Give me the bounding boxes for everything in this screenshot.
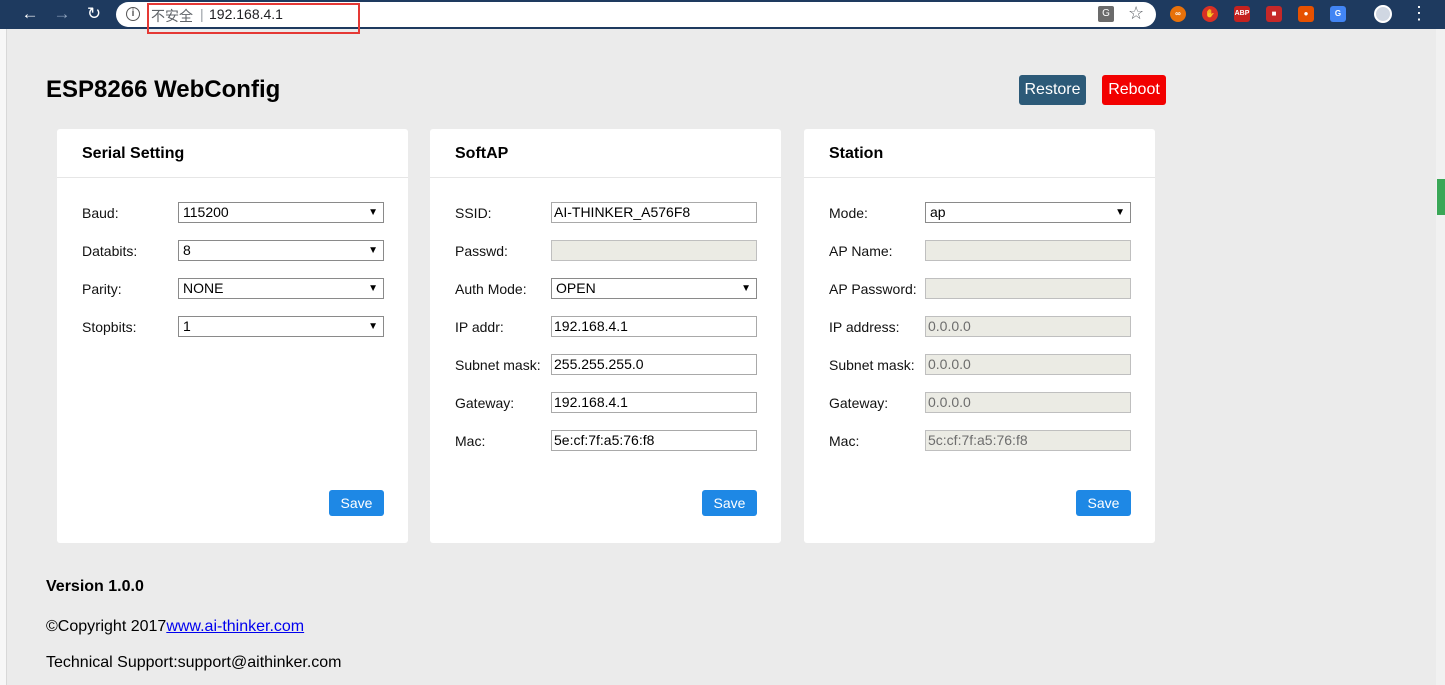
baud-row: Baud: 115200 ▼ — [82, 202, 384, 224]
extension-translate-icon[interactable]: ● — [1298, 6, 1314, 22]
dropdown-arrow-icon: ▼ — [1115, 207, 1125, 218]
ssid-row: SSID: AI-THINKER_A576F8 — [455, 202, 757, 224]
ip-address-row: IP address: 0.0.0.0 — [829, 316, 1131, 338]
gateway-input[interactable]: 192.168.4.1 — [551, 392, 757, 413]
panel-title: SoftAP — [455, 145, 509, 162]
mac-label: Mac: — [455, 433, 486, 449]
ap-password-input[interactable] — [925, 278, 1131, 299]
divider — [57, 177, 408, 178]
ip-label: IP addr: — [455, 319, 504, 335]
kebab-menu-icon[interactable]: ⋮ — [1410, 3, 1428, 23]
copyright-text: ©Copyright 2017www.ai-thinker.com — [46, 618, 304, 636]
url-highlight-box — [147, 3, 360, 34]
back-arrow-icon[interactable]: ← — [19, 3, 41, 25]
stopbits-label: Stopbits: — [82, 319, 137, 335]
dropdown-arrow-icon: ▼ — [368, 321, 378, 332]
station-panel: Station Mode: ap ▼ AP Name: AP Password: … — [804, 129, 1155, 543]
passwd-input[interactable] — [551, 240, 757, 261]
gateway-label: Gateway: — [829, 395, 889, 411]
panel-title: Station — [829, 145, 884, 162]
right-scrollbar[interactable] — [1436, 29, 1445, 685]
parity-select[interactable]: NONE ▼ — [178, 278, 384, 299]
subnet-input[interactable]: 0.0.0.0 — [925, 354, 1131, 375]
ip-address-label: IP address: — [829, 319, 900, 335]
mac-label: Mac: — [829, 433, 860, 449]
databits-label: Databits: — [82, 243, 138, 259]
gateway-label: Gateway: — [455, 395, 515, 411]
subnet-input[interactable]: 255.255.255.0 — [551, 354, 757, 375]
serial-save-button[interactable]: Save — [329, 490, 384, 516]
left-window-edge — [0, 29, 7, 685]
mac-input[interactable]: 5c:cf:7f:a5:76:f8 — [925, 430, 1131, 451]
databits-row: Databits: 8 ▼ — [82, 240, 384, 262]
ssid-input[interactable]: AI-THINKER_A576F8 — [551, 202, 757, 223]
subnet-label: Subnet mask: — [455, 357, 541, 373]
subnet-label: Subnet mask: — [829, 357, 915, 373]
baud-select[interactable]: 115200 ▼ — [178, 202, 384, 223]
subnet-row: Subnet mask: 255.255.255.0 — [455, 354, 757, 376]
station-save-button[interactable]: Save — [1076, 490, 1131, 516]
google-translate-icon[interactable]: G — [1330, 6, 1346, 22]
subnet-row: Subnet mask: 0.0.0.0 — [829, 354, 1131, 376]
mode-select[interactable]: ap ▼ — [925, 202, 1131, 223]
reload-icon[interactable]: ↻ — [83, 3, 105, 25]
version-text: Version 1.0.0 — [46, 578, 144, 595]
ip-row: IP addr: 192.168.4.1 — [455, 316, 757, 338]
softap-save-button[interactable]: Save — [702, 490, 757, 516]
ap-name-input[interactable] — [925, 240, 1131, 261]
stopbits-row: Stopbits: 1 ▼ — [82, 316, 384, 338]
adblock-plus-icon[interactable]: ABP — [1234, 6, 1250, 22]
mac-row: Mac: 5c:cf:7f:a5:76:f8 — [829, 430, 1131, 452]
mac-row: Mac: 5e:cf:7f:a5:76:f8 — [455, 430, 757, 452]
mode-row: Mode: ap ▼ — [829, 202, 1131, 224]
dropdown-arrow-icon: ▼ — [368, 283, 378, 294]
company-link[interactable]: www.ai-thinker.com — [166, 618, 304, 635]
parity-row: Parity: NONE ▼ — [82, 278, 384, 300]
dropdown-arrow-icon: ▼ — [741, 283, 751, 294]
scrollbar-thumb[interactable] — [1437, 179, 1445, 215]
stopbits-select[interactable]: 1 ▼ — [178, 316, 384, 337]
ap-name-row: AP Name: — [829, 240, 1131, 262]
auth-mode-row: Auth Mode: OPEN ▼ — [455, 278, 757, 300]
extension-hand-icon[interactable]: ✋ — [1202, 6, 1218, 22]
databits-select[interactable]: 8 ▼ — [178, 240, 384, 261]
dropdown-arrow-icon: ▼ — [368, 245, 378, 256]
baud-label: Baud: — [82, 205, 119, 221]
mac-input[interactable]: 5e:cf:7f:a5:76:f8 — [551, 430, 757, 451]
ip-input[interactable]: 192.168.4.1 — [551, 316, 757, 337]
parity-label: Parity: — [82, 281, 122, 297]
serial-setting-panel: Serial Setting Baud: 115200 ▼ Databits: 8… — [57, 129, 408, 543]
gateway-input[interactable]: 0.0.0.0 — [925, 392, 1131, 413]
extension-save-icon[interactable]: ■ — [1266, 6, 1282, 22]
support-text: Technical Support:support@aithinker.com — [46, 654, 342, 671]
page-title: ESP8266 WebConfig — [46, 76, 281, 103]
panel-title: Serial Setting — [82, 145, 185, 162]
extension-infinity-icon[interactable]: ∞ — [1170, 6, 1186, 22]
ssid-label: SSID: — [455, 205, 492, 221]
ap-password-row: AP Password: — [829, 278, 1131, 300]
copyright-prefix: ©Copyright 2017 — [46, 618, 167, 635]
dropdown-arrow-icon: ▼ — [368, 207, 378, 218]
translate-icon[interactable]: G — [1098, 6, 1114, 22]
passwd-row: Passwd: — [455, 240, 757, 262]
reboot-button[interactable]: Reboot — [1102, 75, 1166, 105]
divider — [430, 177, 781, 178]
auth-mode-select[interactable]: OPEN ▼ — [551, 278, 757, 299]
mode-label: Mode: — [829, 205, 868, 221]
forward-arrow-icon[interactable]: → — [51, 3, 73, 25]
bookmark-star-icon[interactable]: ☆ — [1128, 3, 1144, 24]
passwd-label: Passwd: — [455, 243, 508, 259]
auth-mode-label: Auth Mode: — [455, 281, 527, 297]
ap-password-label: AP Password: — [829, 281, 917, 297]
divider — [804, 177, 1155, 178]
info-icon[interactable]: i — [126, 7, 140, 21]
ap-name-label: AP Name: — [829, 243, 893, 259]
restore-button[interactable]: Restore — [1019, 75, 1086, 105]
softap-panel: SoftAP SSID: AI-THINKER_A576F8 Passwd: A… — [430, 129, 781, 543]
profile-avatar-icon[interactable] — [1374, 5, 1392, 23]
gateway-row: Gateway: 192.168.4.1 — [455, 392, 757, 414]
ip-address-input[interactable]: 0.0.0.0 — [925, 316, 1131, 337]
gateway-row: Gateway: 0.0.0.0 — [829, 392, 1131, 414]
